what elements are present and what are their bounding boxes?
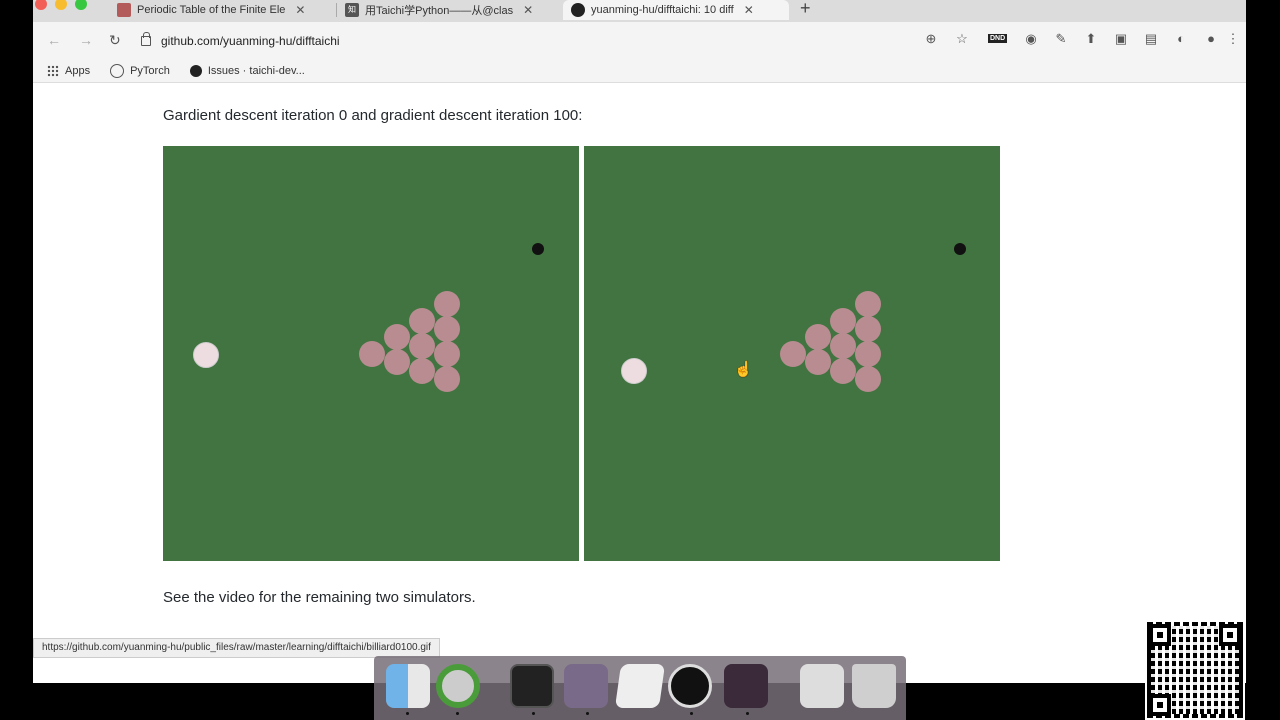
target-ball <box>532 243 544 255</box>
dnd-extension-icon[interactable]: DND <box>988 34 1008 43</box>
cue-ball <box>621 358 647 384</box>
terminal-icon[interactable] <box>510 664 554 708</box>
trash-icon[interactable] <box>852 664 896 708</box>
pink-ball <box>409 333 435 359</box>
extension-icon[interactable]: ▤ <box>1143 31 1159 47</box>
close-tab-icon[interactable]: ✕ <box>295 3 305 17</box>
bookmark-star-icon[interactable]: ☆ <box>954 31 970 47</box>
bookmarks-bar: Apps PyTorch Issues · taichi-dev... <box>33 60 1246 83</box>
target-ball <box>954 243 966 255</box>
pink-ball <box>805 324 831 350</box>
close-tab-icon[interactable]: ✕ <box>523 3 533 17</box>
hand-cursor-icon: ☝ <box>734 361 753 378</box>
pink-ball <box>855 316 881 342</box>
bookmark-apps[interactable]: Apps <box>47 65 90 77</box>
pink-ball <box>434 341 460 367</box>
tab-periodic-table[interactable]: Periodic Table of the Finite Ele ✕ <box>117 0 332 20</box>
tab-title: yuanming-hu/difftaichi: 10 diff <box>591 4 734 16</box>
figure-caption: Gardient descent iteration 0 and gradien… <box>163 107 583 124</box>
extension-icon[interactable]: ✎ <box>1053 31 1069 47</box>
pink-ball <box>409 308 435 334</box>
zoom-icon[interactable]: ⊕ <box>923 31 939 47</box>
forward-arrow-icon[interactable]: → <box>79 32 93 48</box>
menu-icon[interactable]: ⋮ <box>1225 31 1241 47</box>
bookmark-pytorch[interactable]: PyTorch <box>110 64 170 78</box>
pages-icon[interactable] <box>614 664 666 708</box>
pink-ball <box>434 366 460 392</box>
pink-ball <box>830 333 856 359</box>
activity-monitor-icon[interactable] <box>724 664 768 708</box>
pink-ball <box>434 316 460 342</box>
tab-strip: Periodic Table of the Finite Ele ✕ 知 用Ta… <box>33 0 1246 22</box>
pink-ball <box>855 341 881 367</box>
tab-title: 用Taichi学Python——从@clas <box>365 5 514 17</box>
tab-taichi-python[interactable]: 知 用Taichi学Python——从@clas ✕ <box>345 0 555 20</box>
billiard-sim-iteration-100[interactable]: ☝ <box>584 146 1000 561</box>
back-arrow-icon[interactable]: ← <box>47 32 61 48</box>
pink-ball <box>434 291 460 317</box>
finder-icon[interactable] <box>386 664 430 708</box>
extension-icon[interactable]: ◉ <box>1023 31 1039 47</box>
pink-ball <box>384 324 410 350</box>
pink-ball <box>384 349 410 375</box>
pink-ball <box>830 358 856 384</box>
pink-ball <box>409 358 435 384</box>
browser-window: Periodic Table of the Finite Ele ✕ 知 用Ta… <box>33 0 1246 683</box>
apps-grid-icon <box>47 65 59 77</box>
pytorch-icon <box>110 64 125 78</box>
bookmark-issues[interactable]: Issues · taichi-dev... <box>189 65 305 77</box>
pink-ball <box>805 349 831 375</box>
close-tab-icon[interactable]: ✕ <box>744 3 754 17</box>
link-hover-status: https://github.com/yuanming-hu/public_fi… <box>33 638 440 658</box>
new-tab-button[interactable]: + <box>800 0 811 19</box>
pink-ball <box>359 341 385 367</box>
pink-ball <box>855 366 881 392</box>
page-content: Gardient descent iteration 0 and gradien… <box>33 83 1246 683</box>
keynote-icon[interactable] <box>564 664 608 708</box>
pink-ball <box>830 308 856 334</box>
url-text: github.com/yuanming-hu/difftaichi <box>161 34 340 48</box>
extension-icon[interactable]: ⬆ <box>1083 31 1099 47</box>
extension-icon[interactable]: ▣ <box>1113 31 1129 47</box>
pink-ball <box>780 341 806 367</box>
reload-icon[interactable]: ↻ <box>109 32 121 49</box>
billiard-sim-iteration-0[interactable] <box>163 146 579 561</box>
cue-ball <box>193 342 219 368</box>
maximize-window-button[interactable] <box>75 0 87 10</box>
obs-icon[interactable] <box>668 664 712 708</box>
address-bar[interactable]: github.com/yuanming-hu/difftaichi <box>141 30 1001 52</box>
extension-icon[interactable]: ◐ <box>1173 31 1189 47</box>
github-favicon-icon <box>571 3 585 17</box>
profile-avatar-icon[interactable]: ● <box>1203 31 1219 47</box>
preview-icon[interactable] <box>800 664 844 708</box>
footer-paragraph: See the video for the remaining two simu… <box>163 589 476 606</box>
lock-icon <box>141 32 151 46</box>
github-icon <box>189 65 202 77</box>
tab-title: Periodic Table of the Finite Ele <box>137 4 286 16</box>
zhihu-favicon-icon: 知 <box>345 3 359 17</box>
macos-dock <box>374 656 906 720</box>
tab-difftaichi[interactable]: yuanming-hu/difftaichi: 10 diff ✕ <box>563 0 789 20</box>
page-favicon-icon <box>117 3 131 17</box>
qr-code <box>1145 620 1245 720</box>
minimize-window-button[interactable] <box>55 0 67 10</box>
chrome-icon[interactable] <box>436 664 480 708</box>
browser-toolbar: ← → ↻ github.com/yuanming-hu/difftaichi … <box>33 22 1246 60</box>
close-window-button[interactable] <box>35 0 47 10</box>
pink-ball <box>855 291 881 317</box>
